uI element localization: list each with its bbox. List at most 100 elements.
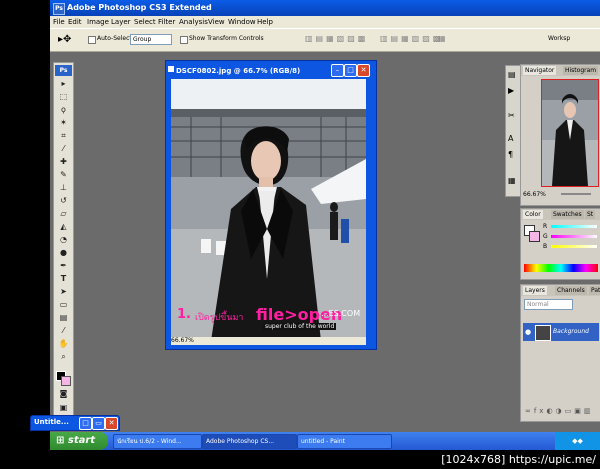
- tab-histogram[interactable]: Histogram: [563, 66, 599, 75]
- minimized-close-button[interactable]: ✕: [105, 417, 118, 430]
- tab-styles[interactable]: St: [585, 210, 596, 219]
- blur-tool-icon[interactable]: ◔: [57, 235, 70, 245]
- navigator-zoom-slider[interactable]: [561, 193, 591, 195]
- layer-thumbnail: [535, 325, 551, 341]
- navigator-thumbnail[interactable]: [541, 79, 599, 187]
- close-button[interactable]: ✕: [357, 64, 370, 77]
- document-window[interactable]: DSCF0802.jpg @ 66.7% (RGB/8) – □ ✕ 1. เป…: [165, 60, 377, 350]
- background-color-swatch[interactable]: [61, 376, 71, 386]
- windows-taskbar: ⊞ start นักเรียน ป.6/2 - Wind... Adobe P…: [50, 432, 600, 450]
- auto-select-dropdown[interactable]: Group: [130, 34, 172, 45]
- show-transform-checkbox[interactable]: [180, 36, 188, 44]
- screenshot-footer: [1024x768] https://upic.me/: [0, 450, 600, 469]
- layer-row-background[interactable]: ● Background: [523, 323, 599, 341]
- lasso-tool-icon[interactable]: ϙ: [57, 105, 70, 115]
- layer-comps-icon[interactable]: ▦: [508, 176, 516, 185]
- start-button[interactable]: ⊞ start: [50, 432, 108, 450]
- screen-mode-icon[interactable]: ▣: [57, 403, 70, 413]
- hand-tool-icon[interactable]: ✋: [57, 339, 70, 349]
- auto-align-icon[interactable]: ▦: [438, 34, 446, 43]
- tab-navigator[interactable]: Navigator: [523, 66, 557, 75]
- taskbar-item-photoshop[interactable]: Adobe Photoshop CS...: [202, 434, 297, 449]
- menu-window[interactable]: Window: [228, 18, 256, 26]
- minimized-maximize-button[interactable]: ▭: [92, 417, 105, 430]
- document-canvas[interactable]: 1. เปิดรูปขึ้นมา file>open ...ES.COM sup…: [171, 79, 366, 341]
- layers-tab-row: Layers Channels Pat: [521, 285, 600, 296]
- tab-color[interactable]: Color: [523, 210, 543, 219]
- menu-layer[interactable]: Layer: [111, 18, 131, 26]
- quick-mask-icon[interactable]: ◙: [57, 389, 70, 399]
- watermark-overlay: 1. เปิดรูปขึ้นมา file>open ...ES.COM sup…: [171, 305, 366, 341]
- watermark-tagline: super club of the world: [263, 323, 337, 330]
- channel-b-slider[interactable]: [551, 245, 597, 248]
- tool-presets-icon[interactable]: ✂: [508, 111, 515, 120]
- type-tool-icon[interactable]: T: [57, 274, 70, 284]
- eyedropper2-icon[interactable]: ⁄: [57, 326, 70, 336]
- distribute-buttons-icon[interactable]: ▥▤▦▧▨▩: [380, 34, 443, 43]
- layer-name[interactable]: Background: [553, 328, 589, 335]
- tab-channels[interactable]: Channels: [555, 286, 587, 295]
- color-tab-row: Color Swatches St: [521, 209, 600, 220]
- menu-edit[interactable]: Edit: [68, 18, 82, 26]
- marquee-tool-icon[interactable]: ⬚: [57, 92, 70, 102]
- menu-analysis[interactable]: Analysis: [179, 18, 208, 26]
- tray-icons[interactable]: ◆◆: [572, 437, 583, 445]
- eyedropper-icon[interactable]: ⁄: [57, 144, 70, 154]
- paint-bucket-icon[interactable]: ◭: [57, 222, 70, 232]
- move-tool-icon[interactable]: ▸✥: [58, 34, 71, 45]
- menu-filter[interactable]: Filter: [158, 18, 175, 26]
- move-tool-icon[interactable]: ▸: [57, 79, 70, 89]
- character-icon[interactable]: A: [508, 134, 513, 143]
- paragraph-icon[interactable]: ¶: [508, 150, 513, 159]
- actions-icon[interactable]: ▶: [508, 86, 514, 95]
- document-icon: [168, 66, 174, 72]
- menu-file[interactable]: File: [53, 18, 65, 26]
- menu-help[interactable]: Help: [257, 18, 273, 26]
- color-background-swatch[interactable]: [529, 231, 540, 242]
- path-selection-icon[interactable]: ➤: [57, 287, 70, 297]
- minimize-button[interactable]: –: [331, 64, 344, 77]
- align-buttons-icon[interactable]: ▥▤▦▧▨▩: [305, 34, 368, 43]
- workspace-button[interactable]: Worksp: [548, 35, 570, 42]
- history-icon[interactable]: ▤: [508, 70, 516, 79]
- navigator-zoom[interactable]: 66.67%: [523, 191, 546, 198]
- channel-g-slider[interactable]: [551, 235, 597, 238]
- history-brush-icon[interactable]: ↺: [57, 196, 70, 206]
- magic-wand-icon[interactable]: ✶: [57, 118, 70, 128]
- toolbox: Ps ▸ ⬚ ϙ ✶ ⌗ ⁄ ✚ ✎ ⊥ ↺ ▱ ◭ ◔ ● ✒ T ➤ ▭ ▤…: [53, 62, 74, 419]
- document-title: DSCF0802.jpg @ 66.7% (RGB/8): [176, 67, 301, 75]
- tab-swatches[interactable]: Swatches: [551, 210, 584, 219]
- brush-tool-icon[interactable]: ✎: [57, 170, 70, 180]
- clone-stamp-icon[interactable]: ⊥: [57, 183, 70, 193]
- taskbar-item-paint[interactable]: untitled - Paint: [297, 434, 392, 449]
- shape-tool-icon[interactable]: ▭: [57, 300, 70, 310]
- options-bar: ▸✥ Auto-Select: Group Show Transform Con…: [50, 28, 600, 52]
- menu-view[interactable]: View: [208, 18, 225, 26]
- taskbar-item-explorer[interactable]: นักเรียน ป.6/2 - Wind...: [113, 434, 202, 449]
- notes-tool-icon[interactable]: ▤: [57, 313, 70, 323]
- show-transform-label: Show Transform Controls: [189, 35, 264, 42]
- menu-bar: File Edit Image Layer Select Filter Anal…: [50, 16, 600, 28]
- dodge-tool-icon[interactable]: ●: [57, 248, 70, 258]
- blend-mode-dropdown[interactable]: Normal: [524, 299, 573, 310]
- minimized-window[interactable]: Untitle... □ ▭ ✕: [30, 415, 120, 431]
- color-spectrum-bar[interactable]: [524, 264, 598, 272]
- layer-buttons-icon[interactable]: ∞fx◐◑▭▣▥: [525, 407, 594, 415]
- minimized-window-title: Untitle...: [34, 418, 69, 426]
- maximize-button[interactable]: □: [344, 64, 357, 77]
- eraser-tool-icon[interactable]: ▱: [57, 209, 70, 219]
- healing-brush-icon[interactable]: ✚: [57, 157, 70, 167]
- zoom-readout[interactable]: 66.67%: [171, 337, 194, 344]
- zoom-tool-icon[interactable]: ⌕: [57, 352, 70, 362]
- menu-select[interactable]: Select: [134, 18, 156, 26]
- tab-layers[interactable]: Layers: [523, 286, 547, 295]
- pen-tool-icon[interactable]: ✒: [57, 261, 70, 271]
- resolution-label: [1024x768] https://upic.me/: [441, 453, 596, 466]
- layer-visibility-eye-icon[interactable]: ●: [525, 328, 531, 336]
- channel-r-slider[interactable]: [551, 225, 597, 228]
- tab-paths[interactable]: Pat: [589, 286, 600, 295]
- minimized-restore-button[interactable]: □: [79, 417, 92, 430]
- crop-tool-icon[interactable]: ⌗: [57, 131, 70, 141]
- menu-image[interactable]: Image: [87, 18, 109, 26]
- auto-select-checkbox[interactable]: [88, 36, 96, 44]
